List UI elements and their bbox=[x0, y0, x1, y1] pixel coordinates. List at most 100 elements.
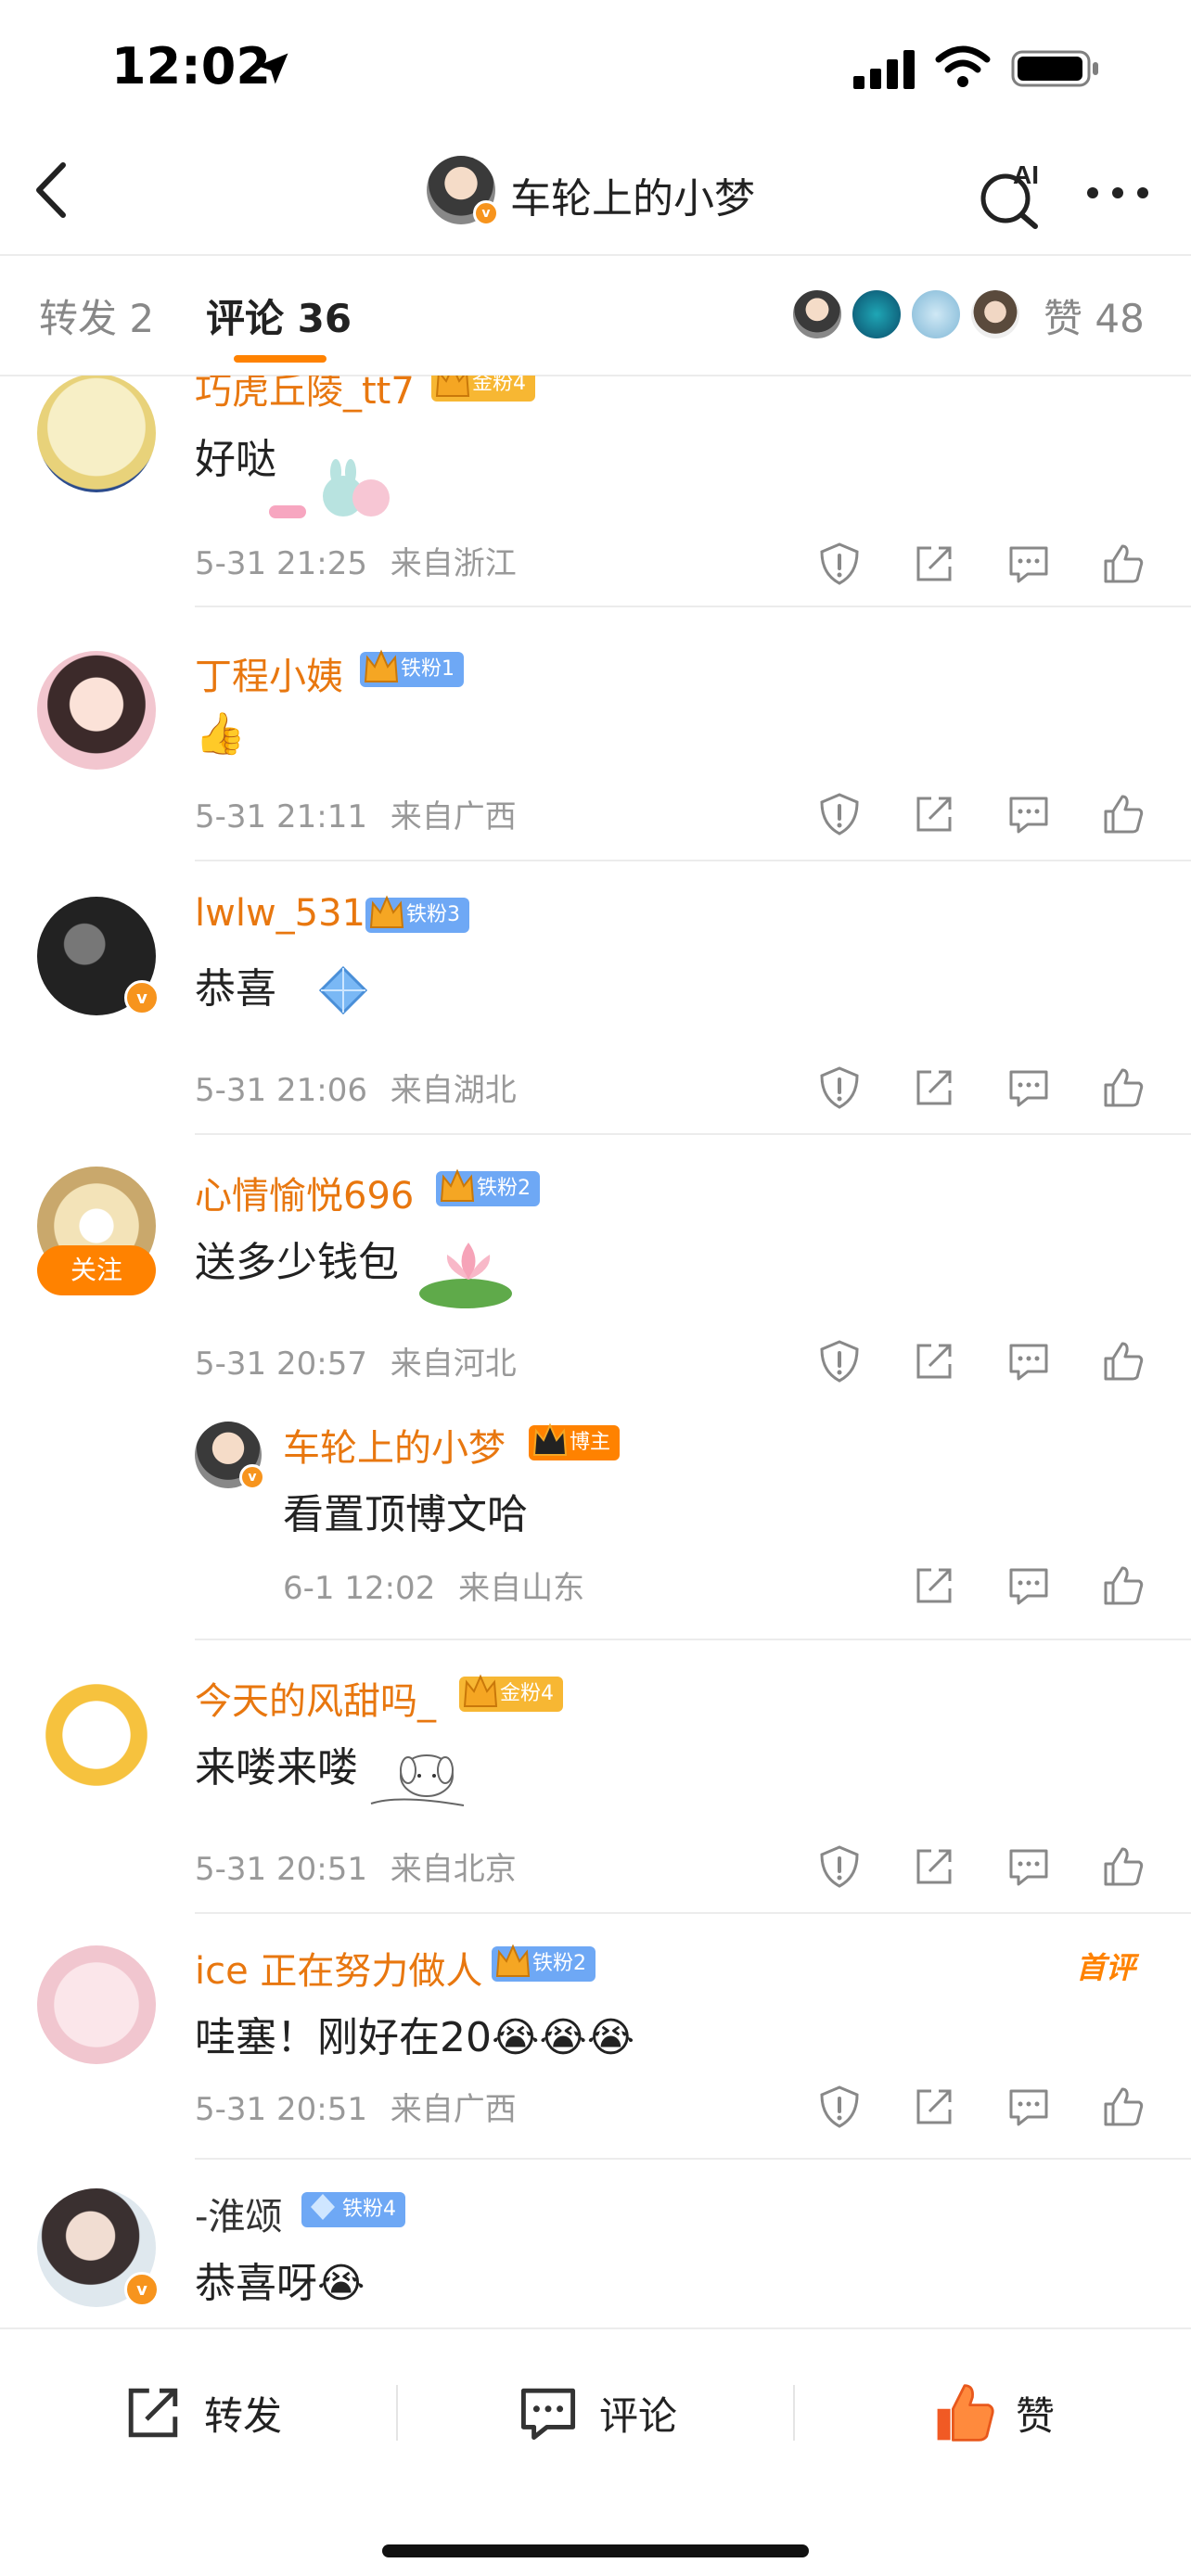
author-avatar[interactable]: v bbox=[427, 156, 499, 226]
commenter-name[interactable]: ice 正在努力做人 bbox=[195, 1941, 482, 1995]
bunny-sticker-icon bbox=[269, 459, 390, 518]
reply-location: 来自山东 bbox=[458, 1570, 585, 1607]
share-icon[interactable] bbox=[911, 541, 957, 587]
fan-badge[interactable]: 铁粉3 bbox=[365, 895, 469, 933]
commenter-name[interactable]: 心情愉悦696 bbox=[195, 1166, 414, 1219]
dog-sticker-icon bbox=[370, 1754, 465, 1806]
reply-comment-icon[interactable] bbox=[1005, 1562, 1052, 1609]
reply-actions bbox=[816, 1562, 1150, 1614]
status-time: 12:02 bbox=[111, 37, 271, 96]
share-icon[interactable] bbox=[911, 2084, 957, 2130]
like-thumb-icon[interactable] bbox=[1100, 541, 1146, 587]
comment-text: 恭喜呀😭 bbox=[195, 2260, 365, 2307]
reply-comment-icon[interactable] bbox=[1005, 1065, 1052, 1111]
comment-location: 来自广西 bbox=[390, 2091, 517, 2128]
tab-comment[interactable]: 评论 36 bbox=[206, 287, 352, 344]
ai-search-icon[interactable]: AI bbox=[974, 156, 1048, 230]
comment-button[interactable]: 评论 bbox=[516, 2376, 677, 2450]
like-thumb-icon[interactable] bbox=[1100, 1562, 1146, 1609]
reply-comment-icon[interactable] bbox=[1005, 1843, 1052, 1890]
fan-badge[interactable]: 铁粉1 bbox=[360, 649, 464, 687]
comment-actions bbox=[816, 791, 1150, 843]
author-name[interactable]: 车轮上的小梦 bbox=[510, 165, 755, 224]
like-thumb-icon[interactable] bbox=[1100, 2084, 1146, 2130]
commenter-avatar[interactable] bbox=[37, 376, 156, 492]
bottom-action-bar: 转发 评论 赞 bbox=[0, 2327, 1191, 2576]
reply-comment-icon[interactable] bbox=[1005, 541, 1052, 587]
tab-repost[interactable]: 转发 2 bbox=[39, 287, 154, 344]
liker-avatar bbox=[790, 287, 844, 341]
commenter-avatar[interactable] bbox=[37, 1945, 156, 2064]
like-thumb-icon[interactable] bbox=[1100, 1843, 1146, 1890]
follow-button[interactable]: 关注 bbox=[37, 1245, 156, 1295]
fan-badge[interactable]: 金粉4 bbox=[431, 376, 535, 402]
like-thumb-icon[interactable] bbox=[1100, 1065, 1146, 1111]
fan-badge[interactable]: 铁粉4 bbox=[301, 2192, 405, 2227]
comment-meta: 5-31 20:51 来自北京 bbox=[195, 1843, 517, 1889]
share-icon[interactable] bbox=[911, 1065, 957, 1111]
like-thumb-icon[interactable] bbox=[1100, 1338, 1146, 1384]
blogger-badge: 博主 bbox=[529, 1422, 621, 1460]
comment-label: 评论 bbox=[599, 2392, 678, 2439]
comment-item: 关注 心情愉悦696 铁粉2 送多少钱包 5-31 20:57 来自河北 v 车… bbox=[0, 1136, 1191, 1641]
comment-item: 巧虎丘陵_tt7 金粉4 好哒 5-31 21:25 来自浙江 bbox=[0, 376, 1191, 617]
share-icon[interactable] bbox=[911, 1562, 957, 1609]
comment-meta: 5-31 20:51 来自广西 bbox=[195, 2084, 517, 2129]
commenter-name[interactable]: -淮颂 bbox=[195, 2187, 282, 2240]
share-icon[interactable] bbox=[911, 1843, 957, 1890]
reply-author-avatar[interactable]: v bbox=[195, 1422, 265, 1490]
fan-badge[interactable]: 铁粉2 bbox=[436, 1168, 540, 1206]
report-shield-icon[interactable] bbox=[816, 791, 863, 837]
reply-comment-icon[interactable] bbox=[1005, 2084, 1052, 2130]
reply-author-name[interactable]: 车轮上的小梦 bbox=[283, 1418, 506, 1472]
more-icon[interactable] bbox=[1085, 185, 1150, 200]
commenter-name[interactable]: lwlw_531 bbox=[195, 892, 365, 935]
verified-badge-icon: v bbox=[124, 2272, 160, 2307]
repost-label: 转发 bbox=[204, 2392, 283, 2439]
report-shield-icon[interactable] bbox=[816, 1338, 863, 1384]
share-icon[interactable] bbox=[911, 791, 957, 837]
like-button[interactable]: 赞 bbox=[932, 2376, 1055, 2450]
commenter-name[interactable]: 今天的风甜吗_ bbox=[195, 1671, 436, 1725]
commenter-avatar[interactable] bbox=[37, 1676, 156, 1794]
comment-location: 来自河北 bbox=[390, 1345, 517, 1383]
comment-meta: 5-31 21:25 来自浙江 bbox=[195, 538, 517, 583]
repost-button[interactable]: 转发 bbox=[121, 2376, 282, 2450]
back-chevron-icon[interactable] bbox=[28, 158, 74, 223]
comment-time: 5-31 21:25 bbox=[195, 545, 367, 582]
repost-icon bbox=[128, 2388, 178, 2438]
tabs-row: 转发 2 评论 36 赞 48 bbox=[0, 255, 1191, 376]
commenter-avatar[interactable] bbox=[37, 651, 156, 770]
comment-actions bbox=[816, 1338, 1150, 1390]
comment-text: 来喽来喽 bbox=[195, 1744, 358, 1792]
comment-icon bbox=[520, 2388, 576, 2441]
commenter-avatar[interactable]: v bbox=[37, 897, 160, 1015]
comment-separator bbox=[195, 1639, 1191, 1640]
reply-comment-icon[interactable] bbox=[1005, 791, 1052, 837]
crown-icon bbox=[435, 376, 470, 397]
commenter-avatar[interactable]: v bbox=[37, 2188, 160, 2307]
comment-text: 哇塞！刚好在20😭😭😭 bbox=[195, 2014, 635, 2061]
reply-comment-icon[interactable] bbox=[1005, 1338, 1052, 1384]
liker-avatars[interactable] bbox=[790, 287, 1031, 343]
comment-location: 来自北京 bbox=[390, 1851, 517, 1888]
commenter-name[interactable]: 丁程小姨 bbox=[195, 646, 343, 700]
tab-like-count[interactable]: 赞 48 bbox=[1044, 287, 1145, 344]
report-shield-icon[interactable] bbox=[816, 2084, 863, 2130]
comment-location: 来自浙江 bbox=[390, 545, 517, 582]
wifi-icon bbox=[935, 45, 991, 87]
fan-badge[interactable]: 金粉4 bbox=[459, 1674, 563, 1712]
nav-bar: v 车轮上的小梦 AI bbox=[0, 139, 1191, 255]
fan-badge[interactable]: 铁粉2 bbox=[492, 1944, 596, 1982]
share-icon[interactable] bbox=[911, 1338, 957, 1384]
crown-icon bbox=[364, 649, 399, 682]
verified-badge-icon: v bbox=[124, 980, 160, 1015]
report-shield-icon[interactable] bbox=[816, 541, 863, 587]
commenter-name[interactable]: 巧虎丘陵_tt7 bbox=[195, 376, 415, 414]
report-shield-icon[interactable] bbox=[816, 1065, 863, 1111]
comment-meta: 5-31 21:06 来自湖北 bbox=[195, 1065, 517, 1110]
report-shield-icon[interactable] bbox=[816, 1843, 863, 1890]
like-thumb-icon[interactable] bbox=[1100, 791, 1146, 837]
bottom-divider bbox=[396, 2385, 398, 2441]
liked-thumb-icon bbox=[937, 2384, 994, 2442]
